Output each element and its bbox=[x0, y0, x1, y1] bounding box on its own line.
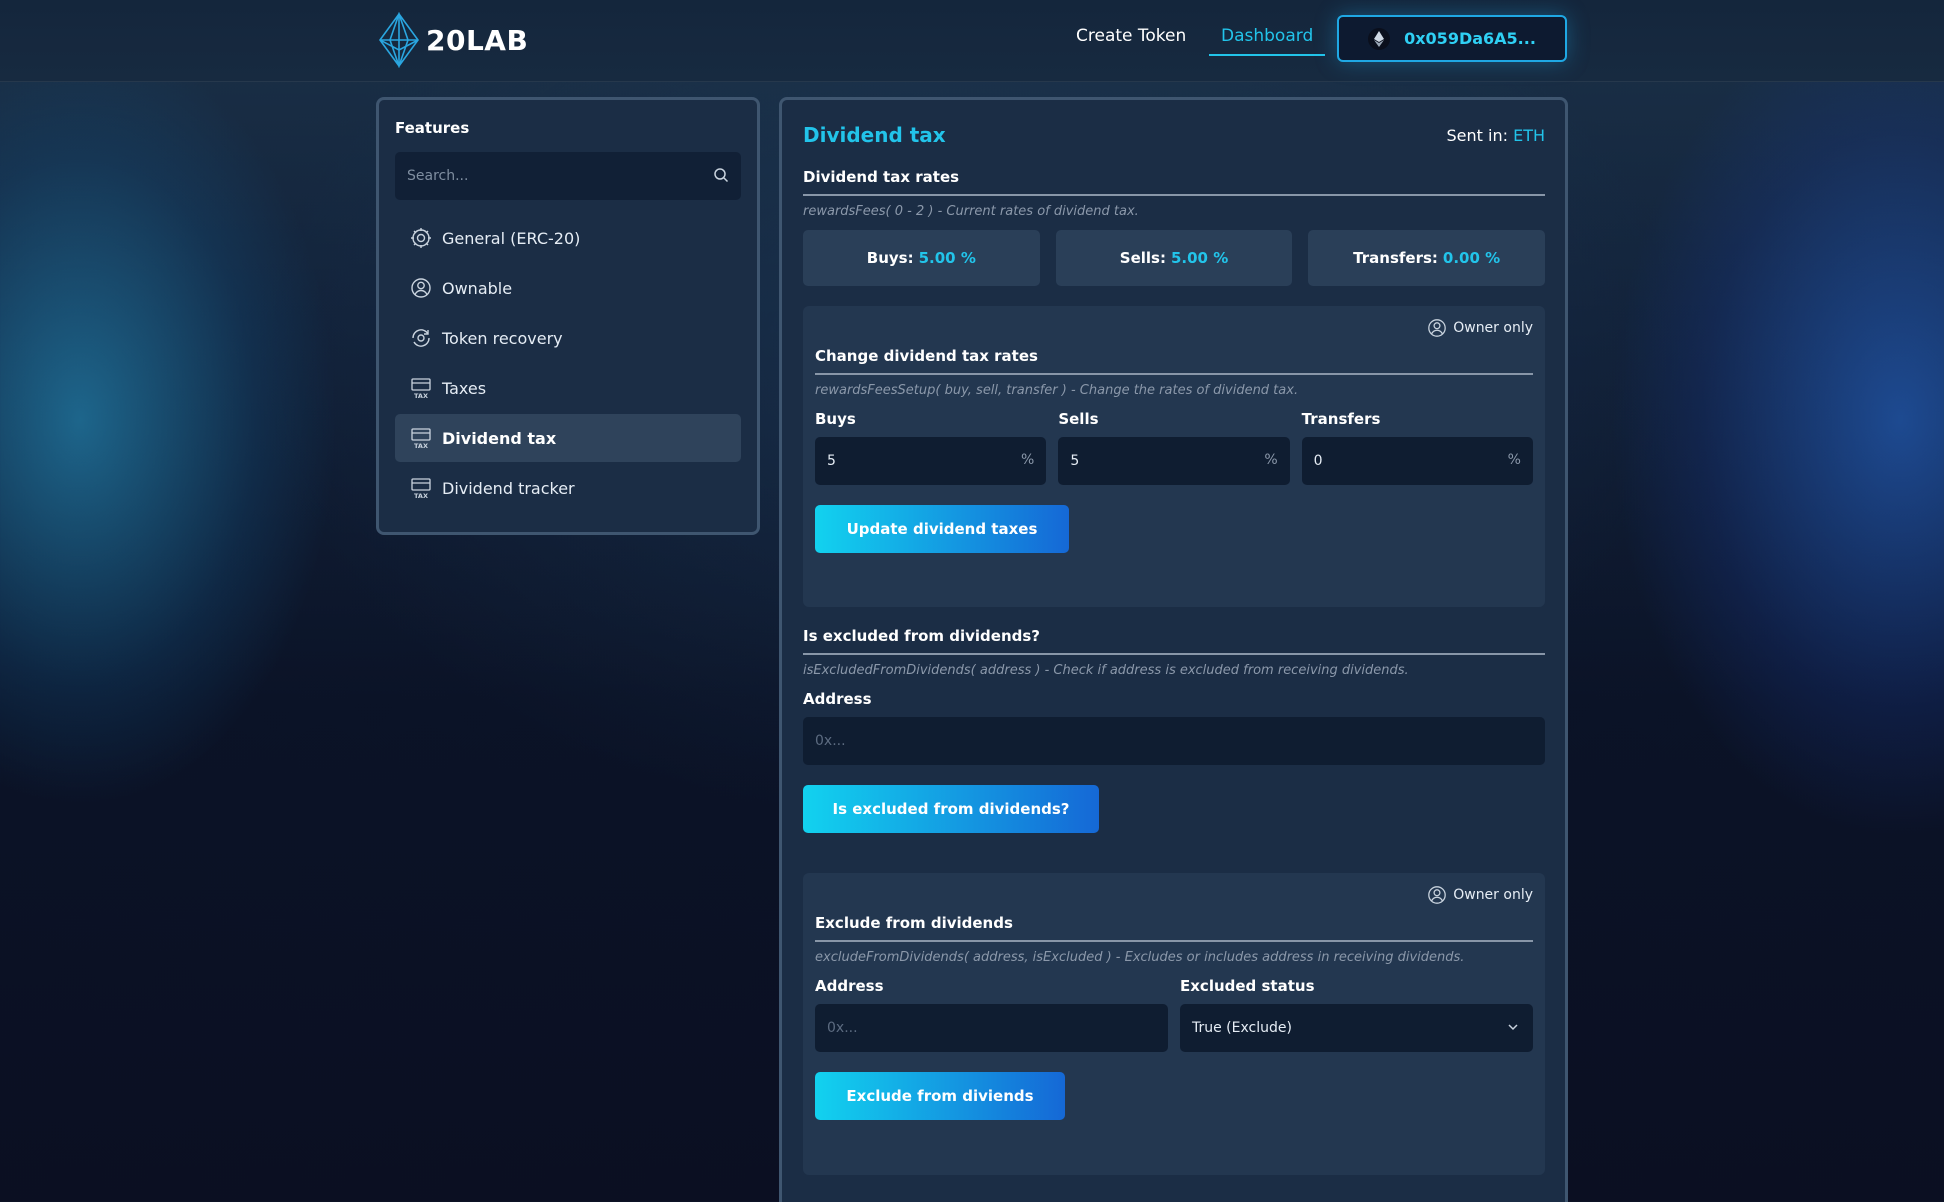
svg-text:TAX: TAX bbox=[414, 442, 428, 449]
ethereum-icon bbox=[1368, 27, 1391, 50]
excluded-status-select[interactable]: True (Exclude) bbox=[1180, 1004, 1533, 1052]
rate-transfers: Transfers: 0.00 % bbox=[1308, 230, 1546, 286]
section-title: Exclude from dividends bbox=[815, 914, 1533, 942]
rate-sells: Sells: 5.00 % bbox=[1055, 230, 1293, 286]
rate-buys: Buys: 5.00 % bbox=[803, 230, 1040, 286]
transfers-field: Transfers % bbox=[1301, 410, 1533, 485]
sells-field: Sells % bbox=[1058, 410, 1290, 485]
sidebar-item-label: Dividend tracker bbox=[442, 478, 575, 498]
tax-icon: TAX bbox=[410, 377, 432, 399]
sent-in-label: Sent in: bbox=[1446, 125, 1508, 145]
percent-suffix: % bbox=[1507, 452, 1521, 468]
section-title: Dividend tax rates bbox=[803, 168, 1545, 196]
sidebar-item-label: Token recovery bbox=[442, 328, 563, 348]
select-value: True (Exclude) bbox=[1192, 1020, 1292, 1036]
rate-value: 5.00 % bbox=[918, 249, 976, 267]
change-rates-card: Owner only Change dividend tax rates rew… bbox=[803, 306, 1545, 607]
search-input[interactable] bbox=[395, 152, 741, 200]
percent-suffix: % bbox=[1264, 452, 1278, 468]
search-box bbox=[395, 152, 741, 200]
user-circle-icon bbox=[1428, 886, 1447, 904]
buys-input[interactable] bbox=[827, 453, 1035, 469]
svg-text:TAX: TAX bbox=[414, 392, 428, 399]
exclude-card: Owner only Exclude from dividends exclud… bbox=[803, 873, 1545, 1175]
exclude-from-dividends-button[interactable]: Exclude from diviends bbox=[815, 1072, 1065, 1120]
logo[interactable]: 20LAB bbox=[376, 12, 528, 68]
excluded-check-section: Is excluded from dividends? isExcludedFr… bbox=[803, 627, 1545, 833]
nav-create-token[interactable]: Create Token bbox=[1076, 26, 1186, 46]
rates-section: Dividend tax rates rewardsFees( 0 - 2 ) … bbox=[803, 168, 1546, 286]
percent-suffix: % bbox=[1021, 452, 1035, 468]
section-title: Change dividend tax rates bbox=[815, 347, 1533, 375]
field-label: Address bbox=[815, 977, 884, 995]
sidebar-item-label: Taxes bbox=[442, 378, 487, 398]
transfers-input[interactable] bbox=[1313, 453, 1521, 469]
excluded-status-field: Excluded status True (Exclude) bbox=[1180, 977, 1533, 1052]
buys-field: Buys % bbox=[815, 410, 1047, 485]
sidebar-item-dividend-tracker[interactable]: TAX Dividend tracker bbox=[395, 464, 741, 512]
update-dividend-taxes-button[interactable]: Update dividend taxes bbox=[815, 505, 1069, 553]
wallet-button[interactable]: 0x059Da6A5... bbox=[1337, 15, 1567, 62]
exclude-address-input[interactable] bbox=[827, 1020, 1156, 1036]
wallet-address: 0x059Da6A5... bbox=[1404, 29, 1536, 48]
rate-value: 5.00 % bbox=[1170, 249, 1229, 267]
user-circle-icon bbox=[410, 277, 432, 299]
logo-diamond-icon bbox=[379, 12, 419, 68]
exclude-address-field: Address bbox=[815, 977, 1168, 1052]
chevron-down-icon bbox=[1508, 1024, 1518, 1031]
section-desc: rewardsFeesSetup( buy, sell, transfer ) … bbox=[815, 383, 1299, 398]
sidebar-item-label: Dividend tax bbox=[442, 428, 557, 448]
tax-icon: TAX bbox=[410, 477, 432, 499]
sidebar-item-label: Ownable bbox=[442, 278, 513, 298]
field-label: Sells bbox=[1058, 410, 1099, 428]
rate-label: Transfers: bbox=[1353, 249, 1438, 267]
recovery-icon bbox=[410, 327, 432, 349]
owner-only-label: Owner only bbox=[1453, 320, 1533, 336]
field-label: Address bbox=[803, 690, 872, 708]
page-title: Dividend tax bbox=[803, 123, 946, 147]
sent-in: Sent in: ETH bbox=[1447, 126, 1546, 145]
sidebar-item-ownable[interactable]: Ownable bbox=[395, 264, 741, 312]
field-label: Buys bbox=[815, 410, 856, 428]
top-header: 20LAB Create Token Dashboard 0x059Da6A5.… bbox=[0, 0, 1944, 82]
field-label: Transfers bbox=[1301, 410, 1381, 428]
section-title: Is excluded from dividends? bbox=[803, 627, 1545, 655]
sells-input[interactable] bbox=[1070, 453, 1278, 469]
sent-in-value: ETH bbox=[1513, 125, 1545, 145]
owner-only-badge: Owner only bbox=[815, 318, 1533, 338]
section-desc: isExcludedFromDividends( address ) - Che… bbox=[803, 663, 1409, 678]
tax-icon: TAX bbox=[410, 427, 432, 449]
sidebar-item-label: General (ERC-20) bbox=[442, 228, 581, 248]
section-desc: rewardsFees( 0 - 2 ) - Current rates of … bbox=[803, 204, 1139, 219]
is-excluded-button[interactable]: Is excluded from dividends? bbox=[803, 785, 1099, 833]
section-desc: excludeFromDividends( address, isExclude… bbox=[815, 950, 1465, 965]
user-circle-icon bbox=[1428, 319, 1447, 337]
rate-label: Sells: bbox=[1119, 249, 1166, 267]
sidebar-title: Features bbox=[395, 119, 470, 137]
features-sidebar: Features General (ERC-20) Ownable Token … bbox=[376, 97, 760, 535]
main-panel: Dividend tax Sent in: ETH Dividend tax r… bbox=[779, 97, 1568, 1202]
sidebar-item-dividend-tax[interactable]: TAX Dividend tax bbox=[395, 414, 741, 462]
sidebar-item-taxes[interactable]: TAX Taxes bbox=[395, 364, 741, 412]
field-label: Excluded status bbox=[1180, 977, 1315, 995]
sidebar-item-general[interactable]: General (ERC-20) bbox=[395, 214, 741, 262]
rate-label: Buys: bbox=[866, 249, 914, 267]
rate-value: 0.00 % bbox=[1442, 249, 1501, 267]
logo-text: 20LAB bbox=[426, 23, 529, 57]
owner-only-label: Owner only bbox=[1453, 887, 1533, 903]
gear-icon bbox=[410, 227, 432, 249]
address-input[interactable] bbox=[815, 733, 1533, 749]
svg-text:TAX: TAX bbox=[414, 492, 428, 499]
nav-dashboard[interactable]: Dashboard bbox=[1209, 26, 1326, 56]
search-icon[interactable] bbox=[713, 167, 729, 183]
owner-only-badge: Owner only bbox=[815, 885, 1533, 905]
sidebar-item-token-recovery[interactable]: Token recovery bbox=[395, 314, 741, 362]
